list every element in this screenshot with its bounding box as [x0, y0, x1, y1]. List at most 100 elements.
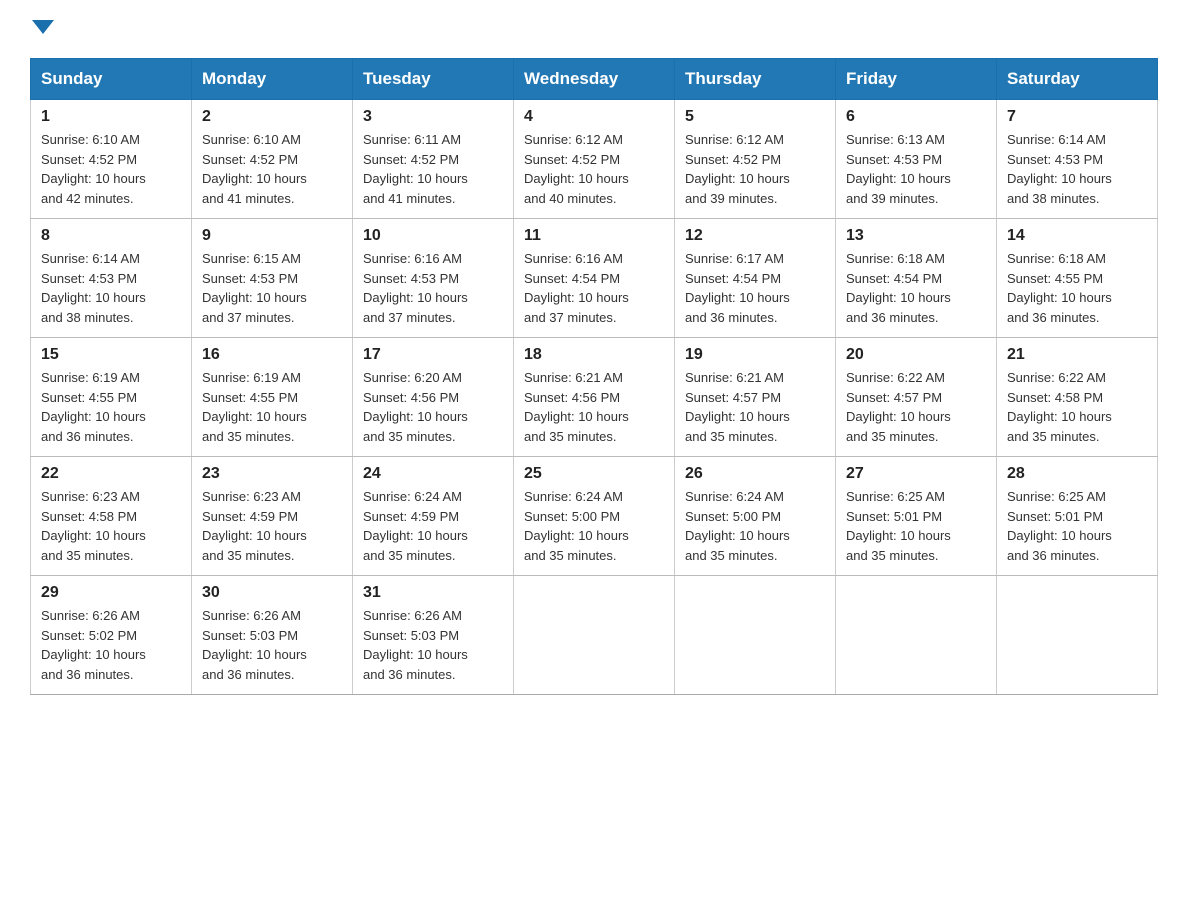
calendar-week-2: 8 Sunrise: 6:14 AMSunset: 4:53 PMDayligh…	[31, 219, 1158, 338]
calendar-cell: 21 Sunrise: 6:22 AMSunset: 4:58 PMDaylig…	[997, 338, 1158, 457]
day-info: Sunrise: 6:12 AMSunset: 4:52 PMDaylight:…	[524, 130, 664, 208]
calendar-cell	[997, 576, 1158, 695]
calendar-week-3: 15 Sunrise: 6:19 AMSunset: 4:55 PMDaylig…	[31, 338, 1158, 457]
day-info: Sunrise: 6:21 AMSunset: 4:56 PMDaylight:…	[524, 368, 664, 446]
calendar-cell: 30 Sunrise: 6:26 AMSunset: 5:03 PMDaylig…	[192, 576, 353, 695]
calendar-cell	[836, 576, 997, 695]
calendar-cell: 10 Sunrise: 6:16 AMSunset: 4:53 PMDaylig…	[353, 219, 514, 338]
day-number: 7	[1007, 108, 1147, 126]
day-info: Sunrise: 6:19 AMSunset: 4:55 PMDaylight:…	[202, 368, 342, 446]
day-info: Sunrise: 6:18 AMSunset: 4:54 PMDaylight:…	[846, 249, 986, 327]
day-info: Sunrise: 6:12 AMSunset: 4:52 PMDaylight:…	[685, 130, 825, 208]
day-number: 25	[524, 465, 664, 483]
day-info: Sunrise: 6:15 AMSunset: 4:53 PMDaylight:…	[202, 249, 342, 327]
calendar-cell: 26 Sunrise: 6:24 AMSunset: 5:00 PMDaylig…	[675, 457, 836, 576]
calendar-week-1: 1 Sunrise: 6:10 AMSunset: 4:52 PMDayligh…	[31, 100, 1158, 219]
calendar-cell: 3 Sunrise: 6:11 AMSunset: 4:52 PMDayligh…	[353, 100, 514, 219]
weekday-header-friday: Friday	[836, 59, 997, 100]
calendar-cell: 31 Sunrise: 6:26 AMSunset: 5:03 PMDaylig…	[353, 576, 514, 695]
calendar-table: SundayMondayTuesdayWednesdayThursdayFrid…	[30, 58, 1158, 695]
day-number: 26	[685, 465, 825, 483]
day-number: 6	[846, 108, 986, 126]
day-number: 1	[41, 108, 181, 126]
day-number: 3	[363, 108, 503, 126]
day-info: Sunrise: 6:23 AMSunset: 4:58 PMDaylight:…	[41, 487, 181, 565]
day-number: 19	[685, 346, 825, 364]
calendar-cell: 8 Sunrise: 6:14 AMSunset: 4:53 PMDayligh…	[31, 219, 192, 338]
calendar-week-4: 22 Sunrise: 6:23 AMSunset: 4:58 PMDaylig…	[31, 457, 1158, 576]
day-number: 16	[202, 346, 342, 364]
day-info: Sunrise: 6:24 AMSunset: 4:59 PMDaylight:…	[363, 487, 503, 565]
day-info: Sunrise: 6:21 AMSunset: 4:57 PMDaylight:…	[685, 368, 825, 446]
calendar-cell: 14 Sunrise: 6:18 AMSunset: 4:55 PMDaylig…	[997, 219, 1158, 338]
calendar-cell: 4 Sunrise: 6:12 AMSunset: 4:52 PMDayligh…	[514, 100, 675, 219]
calendar-cell	[514, 576, 675, 695]
day-info: Sunrise: 6:22 AMSunset: 4:57 PMDaylight:…	[846, 368, 986, 446]
day-number: 11	[524, 227, 664, 245]
day-info: Sunrise: 6:16 AMSunset: 4:53 PMDaylight:…	[363, 249, 503, 327]
calendar-week-5: 29 Sunrise: 6:26 AMSunset: 5:02 PMDaylig…	[31, 576, 1158, 695]
day-number: 31	[363, 584, 503, 602]
calendar-cell: 12 Sunrise: 6:17 AMSunset: 4:54 PMDaylig…	[675, 219, 836, 338]
page-header	[30, 20, 1158, 38]
day-number: 27	[846, 465, 986, 483]
day-info: Sunrise: 6:10 AMSunset: 4:52 PMDaylight:…	[202, 130, 342, 208]
weekday-header-sunday: Sunday	[31, 59, 192, 100]
day-info: Sunrise: 6:18 AMSunset: 4:55 PMDaylight:…	[1007, 249, 1147, 327]
day-number: 5	[685, 108, 825, 126]
day-number: 15	[41, 346, 181, 364]
day-info: Sunrise: 6:23 AMSunset: 4:59 PMDaylight:…	[202, 487, 342, 565]
day-number: 28	[1007, 465, 1147, 483]
day-number: 10	[363, 227, 503, 245]
day-info: Sunrise: 6:13 AMSunset: 4:53 PMDaylight:…	[846, 130, 986, 208]
calendar-cell: 28 Sunrise: 6:25 AMSunset: 5:01 PMDaylig…	[997, 457, 1158, 576]
day-number: 14	[1007, 227, 1147, 245]
weekday-header-monday: Monday	[192, 59, 353, 100]
calendar-cell: 23 Sunrise: 6:23 AMSunset: 4:59 PMDaylig…	[192, 457, 353, 576]
calendar-cell: 2 Sunrise: 6:10 AMSunset: 4:52 PMDayligh…	[192, 100, 353, 219]
day-info: Sunrise: 6:14 AMSunset: 4:53 PMDaylight:…	[1007, 130, 1147, 208]
day-number: 12	[685, 227, 825, 245]
weekday-header-thursday: Thursday	[675, 59, 836, 100]
day-info: Sunrise: 6:20 AMSunset: 4:56 PMDaylight:…	[363, 368, 503, 446]
day-info: Sunrise: 6:26 AMSunset: 5:03 PMDaylight:…	[363, 606, 503, 684]
weekday-header-wednesday: Wednesday	[514, 59, 675, 100]
calendar-cell: 17 Sunrise: 6:20 AMSunset: 4:56 PMDaylig…	[353, 338, 514, 457]
calendar-cell: 16 Sunrise: 6:19 AMSunset: 4:55 PMDaylig…	[192, 338, 353, 457]
calendar-cell: 13 Sunrise: 6:18 AMSunset: 4:54 PMDaylig…	[836, 219, 997, 338]
day-number: 21	[1007, 346, 1147, 364]
day-info: Sunrise: 6:10 AMSunset: 4:52 PMDaylight:…	[41, 130, 181, 208]
day-info: Sunrise: 6:17 AMSunset: 4:54 PMDaylight:…	[685, 249, 825, 327]
day-number: 23	[202, 465, 342, 483]
day-number: 2	[202, 108, 342, 126]
weekday-header-row: SundayMondayTuesdayWednesdayThursdayFrid…	[31, 59, 1158, 100]
day-number: 24	[363, 465, 503, 483]
calendar-cell: 18 Sunrise: 6:21 AMSunset: 4:56 PMDaylig…	[514, 338, 675, 457]
day-number: 29	[41, 584, 181, 602]
day-info: Sunrise: 6:14 AMSunset: 4:53 PMDaylight:…	[41, 249, 181, 327]
day-info: Sunrise: 6:16 AMSunset: 4:54 PMDaylight:…	[524, 249, 664, 327]
day-info: Sunrise: 6:24 AMSunset: 5:00 PMDaylight:…	[524, 487, 664, 565]
day-number: 4	[524, 108, 664, 126]
calendar-cell: 27 Sunrise: 6:25 AMSunset: 5:01 PMDaylig…	[836, 457, 997, 576]
day-info: Sunrise: 6:25 AMSunset: 5:01 PMDaylight:…	[846, 487, 986, 565]
calendar-cell: 15 Sunrise: 6:19 AMSunset: 4:55 PMDaylig…	[31, 338, 192, 457]
day-info: Sunrise: 6:22 AMSunset: 4:58 PMDaylight:…	[1007, 368, 1147, 446]
day-info: Sunrise: 6:25 AMSunset: 5:01 PMDaylight:…	[1007, 487, 1147, 565]
day-number: 17	[363, 346, 503, 364]
logo-arrow-icon	[32, 20, 54, 38]
calendar-cell: 22 Sunrise: 6:23 AMSunset: 4:58 PMDaylig…	[31, 457, 192, 576]
day-number: 22	[41, 465, 181, 483]
calendar-cell: 29 Sunrise: 6:26 AMSunset: 5:02 PMDaylig…	[31, 576, 192, 695]
calendar-cell: 6 Sunrise: 6:13 AMSunset: 4:53 PMDayligh…	[836, 100, 997, 219]
day-number: 30	[202, 584, 342, 602]
calendar-cell: 19 Sunrise: 6:21 AMSunset: 4:57 PMDaylig…	[675, 338, 836, 457]
day-info: Sunrise: 6:26 AMSunset: 5:02 PMDaylight:…	[41, 606, 181, 684]
calendar-cell	[675, 576, 836, 695]
day-number: 20	[846, 346, 986, 364]
calendar-cell: 11 Sunrise: 6:16 AMSunset: 4:54 PMDaylig…	[514, 219, 675, 338]
day-info: Sunrise: 6:19 AMSunset: 4:55 PMDaylight:…	[41, 368, 181, 446]
weekday-header-tuesday: Tuesday	[353, 59, 514, 100]
calendar-cell: 5 Sunrise: 6:12 AMSunset: 4:52 PMDayligh…	[675, 100, 836, 219]
day-number: 13	[846, 227, 986, 245]
